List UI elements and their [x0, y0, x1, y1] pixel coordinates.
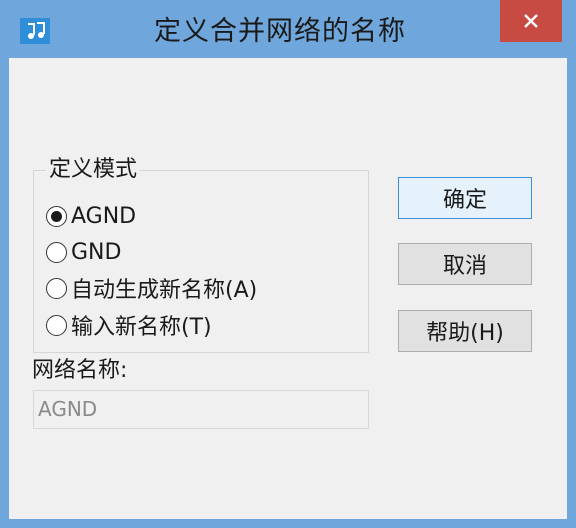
radio-auto-generate-indicator[interactable] [46, 277, 67, 299]
radio-enter-name-indicator[interactable] [46, 314, 67, 336]
dialog-body: 定义模式 AGND GND 自动生成新名称(A) 输入新名称(T) 网络名称: … [9, 58, 567, 519]
radio-enter-name-label: 输入新名称(T) [71, 315, 212, 340]
net-name-label: 网络名称: [32, 358, 128, 383]
close-icon [524, 14, 538, 28]
help-button[interactable]: 帮助(H) [398, 310, 532, 352]
radio-agnd-label: AGND [71, 203, 137, 229]
radio-agnd[interactable]: AGND [46, 202, 136, 230]
ok-button[interactable]: 确定 [398, 177, 532, 219]
cancel-button[interactable]: 取消 [398, 243, 532, 285]
radio-agnd-indicator[interactable] [46, 205, 67, 227]
mode-groupbox: 定义模式 AGND GND 自动生成新名称(A) 输入新名称(T) [33, 157, 369, 353]
radio-gnd-label: GND [71, 239, 122, 265]
net-name-input[interactable]: AGND [33, 390, 369, 429]
radio-enter-name[interactable]: 输入新名称(T) [46, 311, 212, 340]
title-bar[interactable]: 定义合并网络的名称 [0, 0, 576, 58]
radio-gnd-indicator[interactable] [46, 241, 67, 263]
radio-auto-generate[interactable]: 自动生成新名称(A) [46, 274, 258, 303]
mode-group-legend: 定义模式 [46, 157, 141, 183]
radio-auto-generate-label: 自动生成新名称(A) [71, 278, 258, 303]
app-music-note-icon [20, 18, 50, 44]
dialog-window: 定义合并网络的名称 定义模式 AGND GND 自动生成新名称(A) 输入新名称… [0, 0, 576, 528]
close-button[interactable] [500, 0, 562, 42]
radio-gnd[interactable]: GND [46, 238, 121, 266]
window-title: 定义合并网络的名称 [154, 16, 406, 47]
